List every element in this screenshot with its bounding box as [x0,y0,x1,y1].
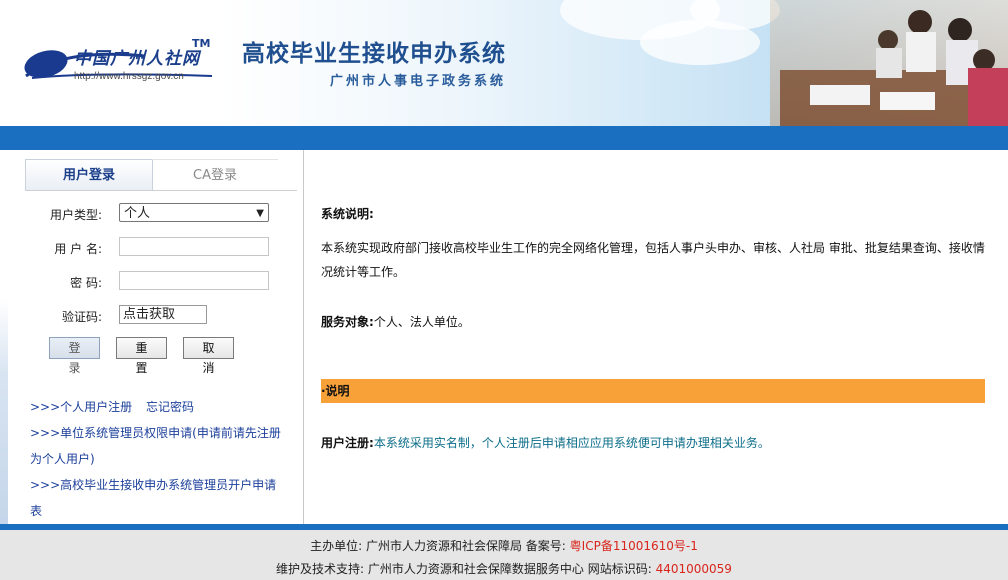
user-type-select[interactable]: 个人 ▼ [119,203,269,222]
captcha-label: 验证码: [61,310,102,324]
tab-ca-login[interactable]: CA登录 [152,159,278,191]
header-banner: 中国广州人社网 TM http://www.hrssgz.gov.cn 高校毕业… [0,0,1008,126]
footer-icp-link[interactable]: 粤ICP备11001610号-1 [570,539,698,553]
office-meeting-photo [770,0,1008,126]
username-label: 用 户 名: [54,242,102,256]
notes-section-bar: ·说明 [321,379,985,403]
sys-admin-apply-link[interactable]: >>>高校毕业生接收申办系统管理员开户申请 [30,472,276,498]
login-button[interactable]: 登 录 [49,337,100,375]
unit-admin-apply-link[interactable]: >>>单位系统管理员权限申请(申请前请先注册 [30,420,281,446]
chevron-down-icon: ▼ [256,208,264,219]
unit-admin-apply-link-cont[interactable]: 为个人用户) [30,446,95,472]
logo-text: 中国广州人社网 [74,49,200,69]
user-type-label: 用户类型: [49,208,102,222]
content-area [304,150,1008,524]
footer-support: 维护及技术支持: 广州市人力资源和社会保障数据服务中心 网站标识码: [276,562,652,576]
reset-button[interactable]: 重 置 [116,337,167,375]
footer-sponsor-row: 主办单位: 广州市人力资源和社会保障局 备案号: 粤ICP备11001610号-… [0,537,1008,554]
register-note-text: 本系统采用实名制，个人注册后申请相应应用系统便可申请办理相关业务。 [373,436,770,450]
system-subtitle: 广州市人事电子政务系统 [330,74,507,89]
footer-sponsor: 主办单位: 广州市人力资源和社会保障局 备案号: [310,539,566,553]
system-desc-title: 系统说明: [321,207,374,221]
system-desc-text: 本系统实现政府部门接收高校毕业生工作的完全网络化管理，包括人事户头申办、审核、人… [321,241,985,279]
register-note-label: 用户注册: [321,436,374,450]
captcha-get-button[interactable]: 点击获取 [119,305,207,324]
register-link[interactable]: >>>个人用户注册 [30,394,132,420]
tab-user-login[interactable]: 用户登录 [25,159,153,191]
sys-admin-apply-link-cont[interactable]: 表 [30,498,42,524]
logo-trademark: TM [192,37,211,50]
system-title: 高校毕业生接收申办系统 [242,41,506,67]
service-value: 个人、法人单位。 [373,315,470,329]
service-label: 服务对象: [321,315,374,329]
forgot-password-link[interactable]: 忘记密码 [146,394,194,420]
user-type-value: 个人 [124,206,151,221]
header-blue-band [0,126,1008,150]
service-target: 服务对象:个人、法人单位。 [321,313,470,330]
login-panel-accent [0,150,8,524]
logo-url: http://www.hrssgz.gov.cn [74,71,184,82]
tab-divider [25,190,297,191]
password-label: 密 码: [70,276,102,290]
footer: 主办单位: 广州市人力资源和社会保障局 备案号: 粤ICP备11001610号-… [0,530,1008,580]
footer-support-row: 维护及技术支持: 广州市人力资源和社会保障数据服务中心 网站标识码: 44010… [0,560,1008,577]
username-input[interactable] [119,237,269,256]
cancel-button[interactable]: 取 消 [183,337,234,375]
login-tabs: 用户登录 CA登录 [25,159,278,191]
footer-site-code: 4401000059 [655,562,732,576]
user-register-note: 用户注册:本系统采用实名制，个人注册后申请相应应用系统便可申请办理相关业务。 [321,434,770,451]
password-input[interactable] [119,271,269,290]
